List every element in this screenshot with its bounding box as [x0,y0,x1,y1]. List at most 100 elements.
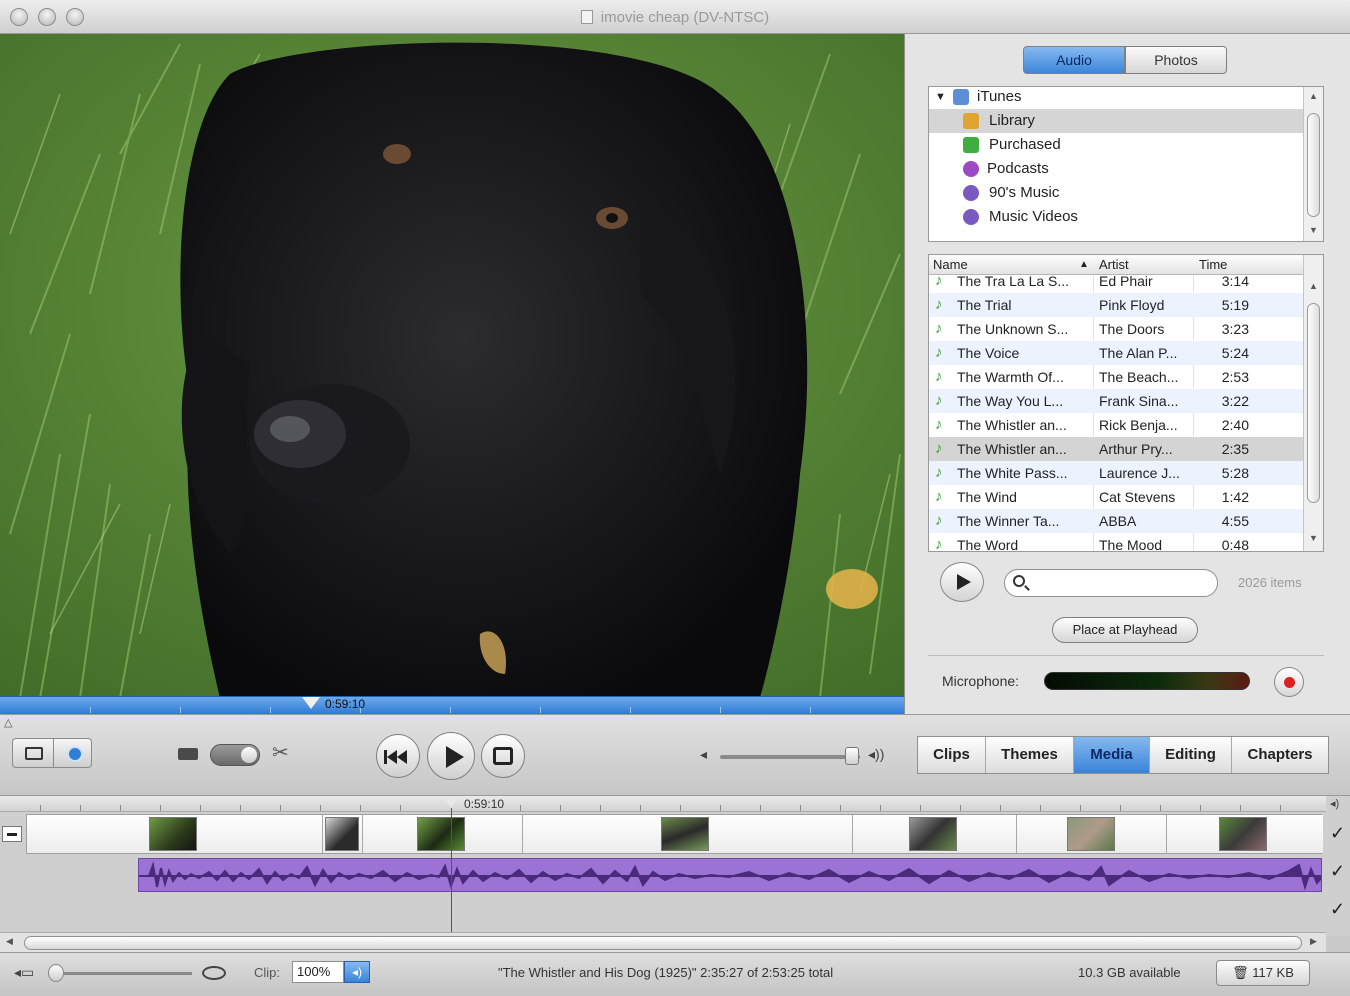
video-clip[interactable] [1167,815,1323,853]
source-item-purchased[interactable]: Purchased [929,133,1303,157]
clip-volume-field[interactable]: 100% [292,961,344,983]
video-clip[interactable] [27,815,323,853]
song-row[interactable]: ♪ The Winner Ta... ABBA 4:55 [929,509,1303,533]
microphone-label: Microphone: [942,673,1020,689]
trash-icon: 🗑 [1232,965,1249,980]
audio-track-clip[interactable] [138,858,1322,892]
song-row[interactable]: ♪ The Way You L... Frank Sina... 3:22 [929,389,1303,413]
song-row[interactable]: ♪ The Whistler an... Rick Benja... 2:40 [929,413,1303,437]
tab-chapters[interactable]: Chapters [1232,737,1328,773]
source-label: 90's Music [989,184,1060,201]
disclosure-triangle-icon[interactable]: ▼ [935,87,946,109]
audio-search-input[interactable] [1004,569,1218,597]
timeline-zoom-knob[interactable] [48,964,64,982]
song-row[interactable]: ♪ The Wind Cat Stevens 1:42 [929,485,1303,509]
viewer-playhead[interactable] [302,697,320,709]
clip-timeline-view-toggle[interactable] [12,738,92,768]
tab-editing[interactable]: Editing [1150,737,1232,773]
preview-play-button[interactable] [940,562,984,602]
music-note-icon: ♪ [935,392,943,409]
scroll-down-arrow-icon[interactable]: ▼ [1309,533,1318,543]
song-artist: Ed Phair [1099,273,1153,289]
song-time: 4:55 [1221,513,1249,529]
resize-handle-icon[interactable]: △ [4,716,12,729]
timeline-ruler[interactable] [0,796,1326,812]
song-row[interactable]: ♪ The Trial Pink Floyd 5:19 [929,293,1303,317]
source-list-scrollbar[interactable]: ▲ ▼ [1303,87,1323,241]
item-count: 2026 items [1238,575,1302,590]
scroll-up-arrow-icon[interactable]: ▲ [1309,281,1318,291]
tab-media[interactable]: Media [1074,737,1150,773]
video-clip[interactable] [363,815,523,853]
song-row-selected[interactable]: ♪ The Whistler an... Arthur Pry... 2:35 [929,437,1303,461]
tab-themes[interactable]: Themes [986,737,1074,773]
audio-segment-button[interactable]: Audio [1023,46,1125,74]
source-item-library[interactable]: Library [929,109,1303,133]
song-artist: The Doors [1099,321,1165,337]
video-clip[interactable] [523,815,853,853]
music-note-icon: ♪ [935,296,943,313]
song-row[interactable]: ♪ The Unknown S... The Doors 3:23 [929,317,1303,341]
clip-volume-speaker-button[interactable]: ◂) [344,961,370,983]
volume-slider-knob[interactable] [845,747,859,765]
music-note-icon: ♪ [935,488,943,505]
song-list-scrollbar[interactable]: ▲ ▼ [1303,255,1323,551]
song-artist: The Beach... [1099,369,1179,385]
song-time: 2:35 [1221,441,1249,457]
scroll-down-arrow-icon[interactable]: ▼ [1309,225,1318,235]
video-clip[interactable] [853,815,1017,853]
scroll-thumb[interactable] [1307,303,1320,503]
play-fullscreen-button[interactable] [481,734,525,778]
play-button[interactable] [427,732,475,780]
song-artist: The Mood [1099,537,1163,552]
timeline-scrollbar[interactable]: ◀ ▶ [0,932,1326,952]
timeline-zoom-slider[interactable] [56,972,192,975]
source-item-itunes[interactable]: ▼ iTunes [929,87,1303,109]
purchased-icon [963,137,979,153]
timeline-view-icon[interactable] [67,746,83,762]
place-at-playhead-button[interactable]: Place at Playhead [1052,617,1198,643]
video-track[interactable] [26,814,1323,854]
source-item-music-videos[interactable]: Music Videos [929,205,1303,229]
photos-segment-button[interactable]: Photos [1125,46,1227,74]
disk-available-text: 10.3 GB available [1078,965,1181,980]
video-track-checkbox[interactable]: ✓ [1330,824,1348,842]
camera-icon [178,748,198,760]
source-label: iTunes [977,88,1022,105]
scroll-thumb[interactable] [24,936,1302,950]
viewer-scrubber-bar[interactable] [0,696,904,714]
source-item-podcasts[interactable]: Podcasts [929,157,1303,181]
camera-edit-mode-switch[interactable] [210,744,260,766]
volume-slider[interactable] [720,755,860,759]
volume-low-icon: ◂ [700,746,708,762]
tab-clips[interactable]: Clips [918,737,986,773]
song-row[interactable]: ♪ The Word The Mood 0:48 [929,533,1303,552]
trash-button[interactable]: 🗑 117 KB [1216,960,1310,986]
song-name: The Whistler an... [957,417,1067,433]
clip-view-icon[interactable] [25,747,43,760]
rewind-button[interactable] [376,734,420,778]
scroll-left-arrow-icon[interactable]: ◀ [6,936,13,947]
song-time: 2:40 [1221,417,1249,433]
song-row[interactable]: ♪ The Voice The Alan P... 5:24 [929,341,1303,365]
song-row[interactable]: ♪ The White Pass... Laurence J... 5:28 [929,461,1303,485]
record-voiceover-button[interactable] [1274,667,1304,697]
song-name: The Wind [957,489,1017,505]
scroll-thumb[interactable] [1307,113,1320,217]
timeline-playhead-time: 0:59:10 [464,797,505,811]
video-clip[interactable] [1017,815,1167,853]
song-name: The Whistler an... [957,441,1067,457]
scroll-up-arrow-icon[interactable]: ▲ [1309,91,1318,101]
scroll-right-arrow-icon[interactable]: ▶ [1310,936,1317,947]
song-row[interactable]: ♪ The Warmth Of... The Beach... 2:53 [929,365,1303,389]
audio-track-2-checkbox[interactable]: ✓ [1330,900,1348,918]
search-icon [1013,575,1025,587]
clip-thumbnail [661,817,709,851]
audio-source-list: ▼ iTunes Library Purchased Podcasts 90's… [928,86,1324,242]
audio-track-1-checkbox[interactable]: ✓ [1330,862,1348,880]
video-clip[interactable] [323,815,363,853]
timeline-playhead[interactable] [442,796,460,808]
song-row[interactable]: ♪ The Tra La La S... Ed Phair 3:14 [929,269,1303,293]
source-item-90s-music[interactable]: 90's Music [929,181,1303,205]
empty-audio-track[interactable] [0,894,1326,932]
